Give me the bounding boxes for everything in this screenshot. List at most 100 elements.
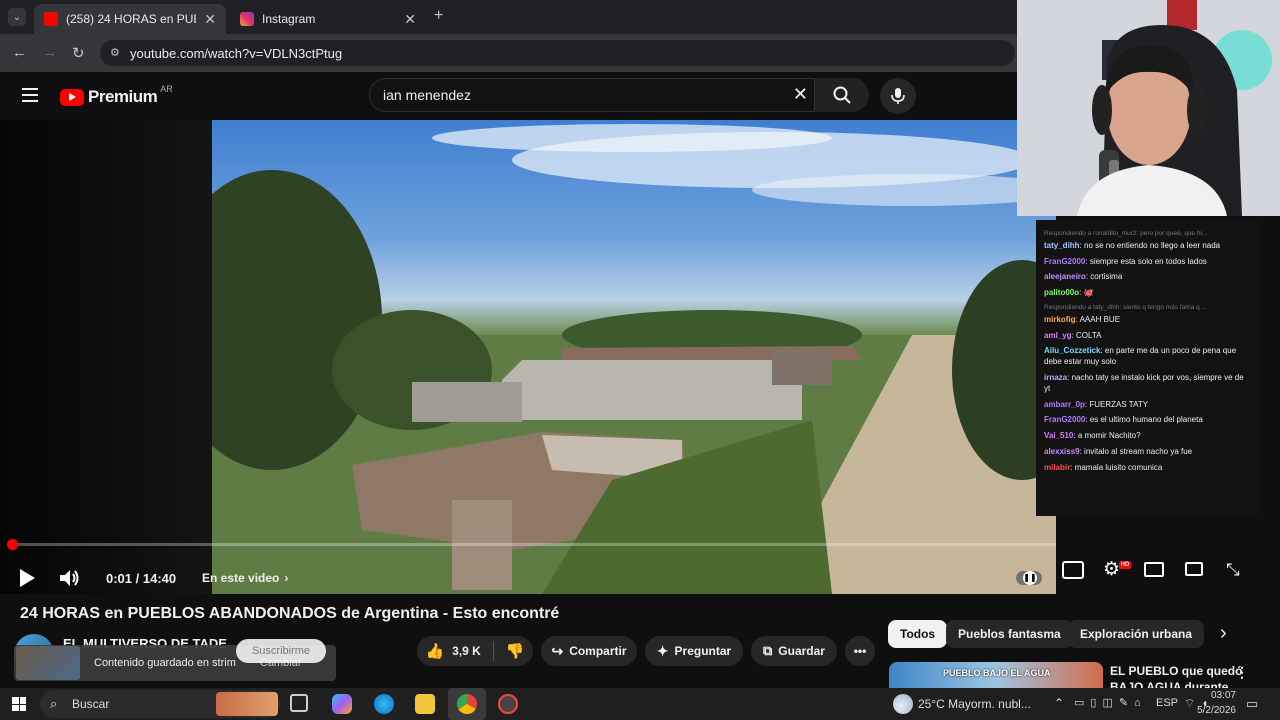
clock[interactable]: 03:07 5/2/2026 — [1186, 688, 1236, 718]
subscribe-button[interactable]: Suscribirme — [236, 639, 326, 663]
divider — [492, 641, 494, 661]
recommended-more-icon[interactable]: ⋮ — [1235, 664, 1249, 681]
chat-text: FUERZAS TATY — [1089, 399, 1149, 409]
youtube-premium-logo[interactable]: Premium AR — [60, 84, 173, 107]
chrome-icon[interactable] — [457, 694, 477, 714]
save-button[interactable]: ⧉ Guardar — [751, 636, 837, 666]
chat-username[interactable]: FranG2000 — [1044, 415, 1085, 424]
address-bar: ← → ↻ ⚙ youtube.com/watch?v=VDLN3ctPtug — [0, 34, 1017, 72]
cast-icon[interactable] — [1185, 562, 1203, 576]
site-info-icon[interactable]: ⚙ — [110, 46, 120, 59]
chat-username[interactable]: FranG2000 — [1044, 257, 1085, 266]
chat-username[interactable]: alexxiss9 — [1044, 447, 1080, 456]
play-button[interactable] — [16, 567, 38, 589]
chat-username[interactable]: palito00o — [1044, 288, 1079, 297]
edge-browser-icon[interactable] — [374, 694, 394, 714]
thumbs-up-icon: 👍 — [425, 643, 445, 660]
voice-search-button[interactable] — [880, 78, 916, 114]
copilot-icon[interactable] — [332, 694, 352, 714]
search-magnifier-icon: ⌕ — [50, 696, 58, 711]
chat-username[interactable]: mirkofig — [1044, 315, 1076, 324]
chat-text: siempre esta solo en todos lados — [1089, 256, 1207, 266]
chat-username[interactable]: taty_dihh — [1044, 241, 1080, 250]
chat-username[interactable]: Vai_510 — [1044, 431, 1073, 440]
menu-hamburger-icon[interactable] — [22, 88, 38, 102]
search-button[interactable] — [815, 78, 869, 112]
microphone-icon — [891, 88, 905, 104]
language-indicator[interactable]: ESP — [1156, 697, 1178, 709]
subtitles-icon[interactable] — [1062, 561, 1084, 579]
like-button[interactable]: 👍 3,9 K — [425, 642, 480, 660]
windows-taskbar: ⌕ Buscar 25°C Mayorm. nubl... ⌃ ▭▯◫✎⌂ ES… — [0, 688, 1280, 720]
youtube-header: Premium AR ian menendez ✕ — [0, 72, 1017, 120]
file-explorer-icon[interactable] — [415, 694, 435, 714]
url-field[interactable]: ⚙ youtube.com/watch?v=VDLN3ctPtug — [100, 40, 1015, 66]
new-tab-plus-icon[interactable]: + — [434, 7, 443, 25]
share-button[interactable]: ↪ Compartir — [541, 636, 637, 666]
tab-instagram[interactable]: Instagram ✕ — [230, 4, 426, 34]
system-tray-icons[interactable]: ▭▯◫✎⌂ — [1074, 696, 1147, 709]
taskbar-search-label: Buscar — [72, 697, 110, 711]
chat-username[interactable]: ambarr_0p — [1044, 400, 1085, 409]
tab-list-chevron-icon[interactable]: ⌄ — [8, 8, 26, 26]
autoplay-toggle[interactable]: ❚❚ — [1016, 567, 1042, 589]
video-title: 24 HORAS en PUEBLOS ABANDONADOS de Argen… — [20, 605, 560, 622]
chevron-right-icon: › — [284, 571, 289, 585]
bookmark-icon: ⧉ — [763, 643, 773, 658]
settings-gear-icon[interactable]: ⚙ — [1103, 558, 1120, 581]
tab-title: (258) 24 HORAS en PUEBLOS A — [66, 12, 196, 26]
obs-recorder-icon[interactable] — [498, 694, 518, 714]
video-player[interactable]: 0:01 / 14:40 En este video › ❚❚ — [0, 120, 1056, 594]
time-display: 0:01 / 14:40 — [106, 570, 177, 586]
chat-message: Vai_510: a momir Nachito? — [1044, 431, 1252, 442]
notifications-icon[interactable]: ▭ — [1246, 696, 1258, 712]
search-input[interactable]: ian menendez ✕ — [369, 78, 815, 112]
chip-pueblos-fantasma[interactable]: Pueblos fantasma — [946, 620, 1073, 648]
chips-next-chevron-icon[interactable]: › — [1220, 622, 1227, 645]
progress-scrubber[interactable] — [7, 539, 18, 550]
video-frame[interactable] — [212, 120, 1056, 594]
task-view-icon[interactable] — [290, 694, 308, 712]
recommended-thumbnail[interactable]: PUEBLO BAJO EL AGUA — [889, 662, 1103, 688]
ask-button[interactable]: ✦ Preguntar — [645, 636, 743, 666]
chat-username[interactable]: irnaza — [1044, 373, 1067, 382]
clear-search-icon[interactable]: ✕ — [793, 84, 808, 105]
theater-mode-icon[interactable] — [1144, 562, 1164, 577]
chat-username[interactable]: aleejaneiro — [1044, 272, 1086, 281]
chat-username[interactable]: milabir — [1044, 463, 1070, 472]
volume-button[interactable] — [58, 567, 82, 589]
youtube-logo-icon — [60, 88, 84, 106]
taskbar-search-field[interactable]: ⌕ Buscar — [40, 690, 280, 718]
weather-text[interactable]: 25°C Mayorm. nubl... — [918, 697, 1031, 711]
thumbnail-caption: PUEBLO BAJO EL AGUA — [943, 668, 1051, 678]
close-tab-icon[interactable]: ✕ — [204, 11, 216, 28]
forward-arrow-icon[interactable]: → — [42, 44, 57, 61]
fullscreen-icon[interactable]: ⤡ — [1226, 560, 1240, 580]
close-tab-icon[interactable]: ✕ — [404, 11, 416, 28]
tab-youtube[interactable]: (258) 24 HORAS en PUEBLOS A ✕ — [34, 4, 226, 34]
reload-icon[interactable]: ↻ — [72, 44, 85, 62]
windows-start-icon[interactable] — [12, 697, 26, 711]
thumbs-down-icon[interactable]: 👎 — [506, 642, 525, 660]
chat-username[interactable]: aml_yg — [1044, 331, 1072, 340]
chip-exploracion-urbana[interactable]: Exploración urbana — [1068, 620, 1205, 648]
search-query: ian menendez — [383, 87, 471, 103]
chat-message: palito00o: 🐙 — [1044, 288, 1252, 299]
volume-icon — [60, 570, 79, 586]
chip-todos[interactable]: Todos — [888, 620, 948, 648]
more-horizontal-icon: ••• — [853, 644, 867, 658]
save-label: Guardar — [778, 644, 825, 658]
more-actions-button[interactable]: ••• — [845, 636, 875, 666]
tray-chevron-up-icon[interactable]: ⌃ — [1054, 696, 1064, 710]
url-text: youtube.com/watch?v=VDLN3ctPtug — [130, 45, 343, 61]
back-arrow-icon[interactable]: ← — [12, 44, 27, 61]
chat-message: aml_yg: COLTA — [1044, 331, 1252, 342]
instagram-favicon-icon — [240, 12, 254, 26]
chat-text: 🐙 — [1083, 288, 1094, 298]
webcam-overlay — [1017, 0, 1280, 216]
chapters-button[interactable]: En este video › — [202, 567, 288, 589]
chat-username[interactable]: Ailu_Cozzetick — [1044, 346, 1100, 355]
tab-title: Instagram — [262, 12, 316, 26]
progress-track[interactable] — [12, 543, 1056, 546]
chat-reply-context: Respondiendo a ronaldito_mur2: pero por … — [1044, 230, 1208, 237]
